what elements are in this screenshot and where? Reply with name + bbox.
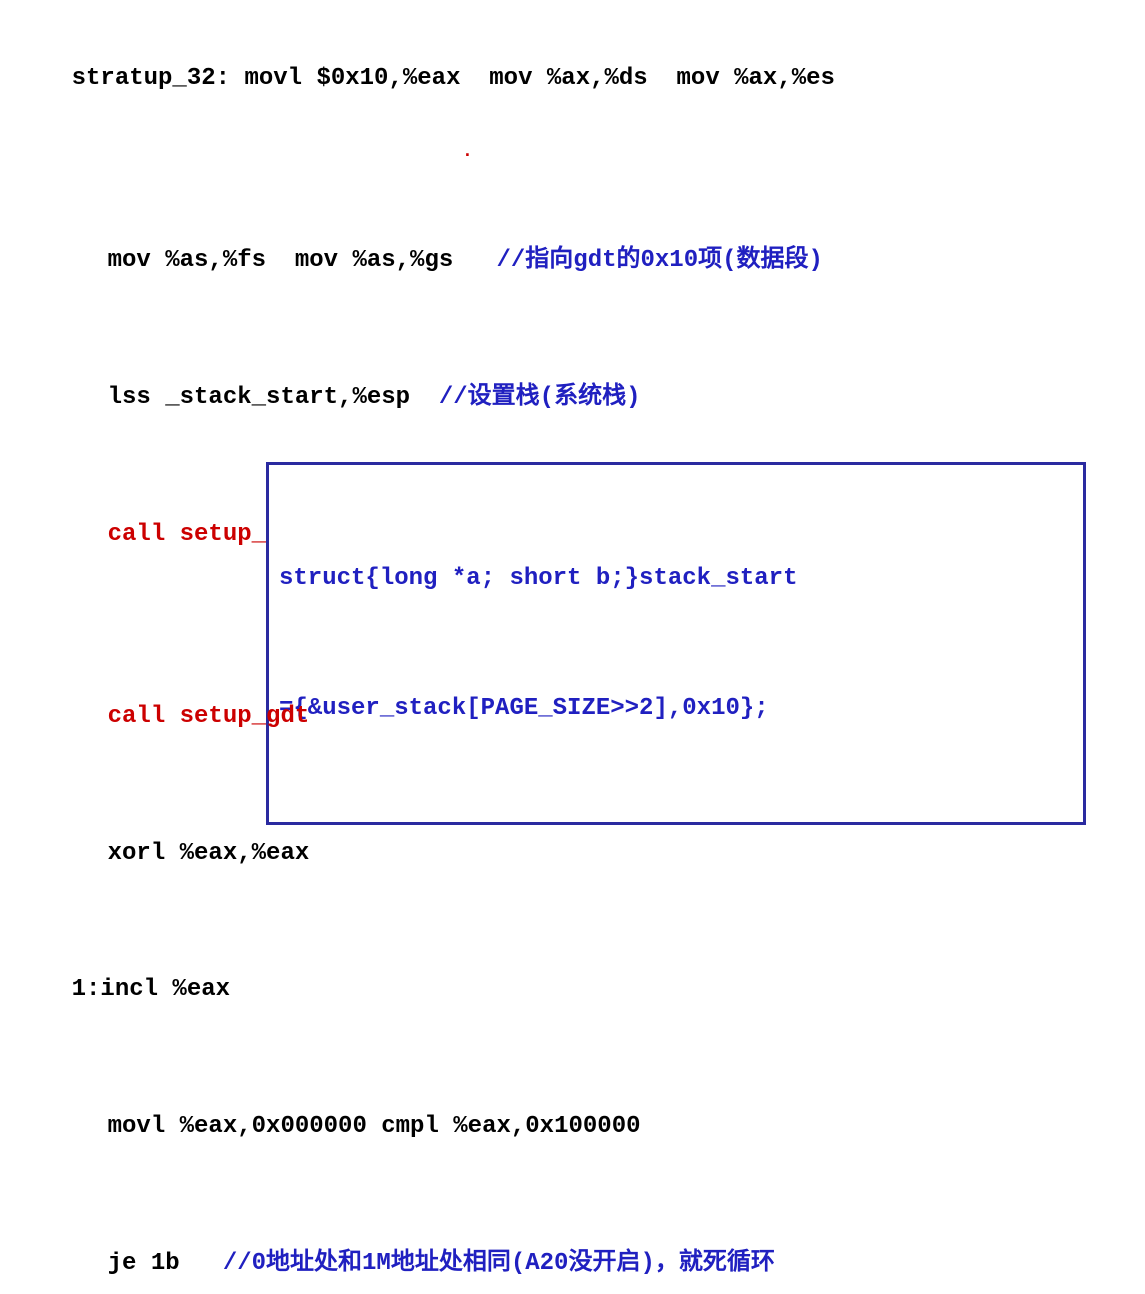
asm-text: je 1b — [108, 1250, 223, 1277]
asm-text: stratup_32: movl $0x10,%eax mov %ax,%ds … — [72, 65, 835, 92]
code-block: stratup_32: movl $0x10,%eax mov %ax,%ds … — [14, 10, 1131, 1294]
comment-text: //0地址处和1M地址处相同(A20没开启)，就死循环 — [223, 1250, 775, 1277]
asm-text: lss _stack_start,%esp — [108, 384, 439, 411]
code-line-9: je 1b //0地址处和1M地址处相同(A20没开启)，就死循环 — [14, 1195, 1131, 1294]
code-line-5: call setup_gdt — [14, 648, 1131, 785]
code-line-3: lss _stack_start,%esp //设置栈(系统栈) — [14, 329, 1131, 466]
asm-call: call setup_gdt — [108, 703, 310, 730]
code-line-8: movl %eax,0x000000 cmpl %eax,0x100000 — [14, 1059, 1131, 1196]
asm-text: 1:incl %eax — [72, 976, 230, 1003]
code-line-1: stratup_32: movl $0x10,%eax mov %ax,%ds … — [14, 10, 1131, 147]
comment-text: //设置栈(系统栈) — [439, 384, 641, 411]
code-line-6: xorl %eax,%eax — [14, 785, 1131, 922]
code-line-7: 1:incl %eax — [14, 922, 1131, 1059]
asm-text: movl %eax,0x000000 cmpl %eax,0x100000 — [108, 1113, 641, 1140]
code-line-4: call setup_idt struct{long *a; short b;}… — [14, 466, 1131, 648]
red-dot: . — [462, 135, 473, 169]
comment-text: //指向gdt的0x10项(数据段) — [496, 247, 822, 274]
asm-text: xorl %eax,%eax — [108, 840, 310, 867]
asm-text: mov %as,%fs mov %as,%gs — [108, 247, 497, 274]
struct-line-1: struct{long *a; short b;}stack_start — [279, 557, 1073, 600]
code-line-2: . mov %as,%fs mov %as,%gs //指向gdt的0x10项(… — [14, 147, 1131, 329]
